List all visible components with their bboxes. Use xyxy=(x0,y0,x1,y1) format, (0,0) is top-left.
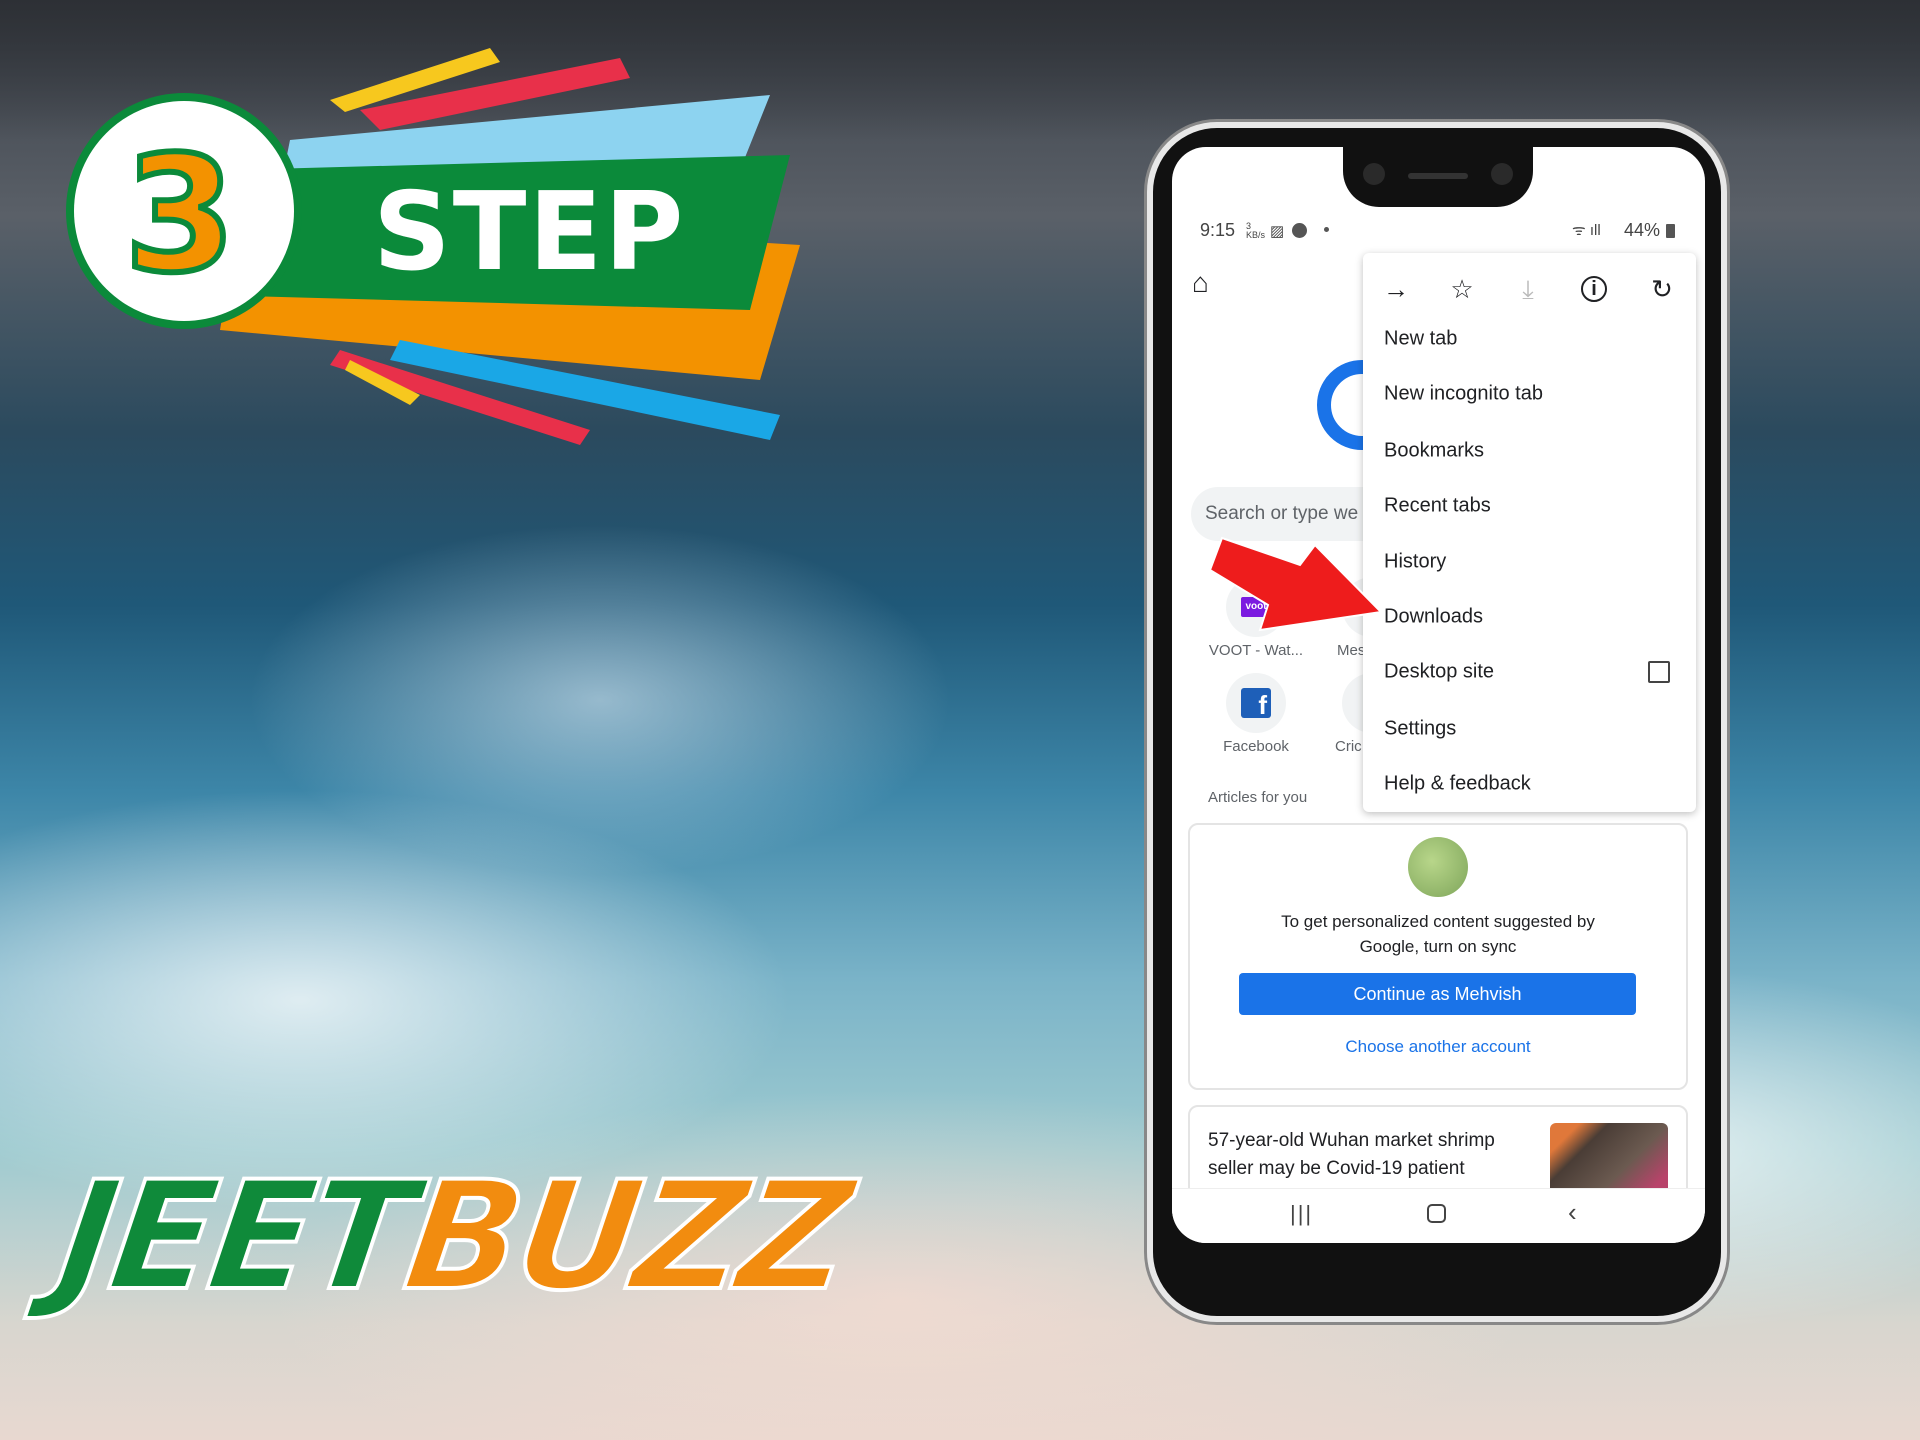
badge-number: 3 xyxy=(124,121,235,308)
status-time: 9:15 xyxy=(1200,220,1236,240)
refresh-icon[interactable]: ↻ xyxy=(1647,274,1677,304)
choose-another-account-link[interactable]: Choose another account xyxy=(1190,1037,1686,1057)
desktop-site-checkbox[interactable] xyxy=(1648,661,1670,683)
shortcut-facebook[interactable]: f xyxy=(1226,673,1286,733)
wifi-signal-icon: ᯤ ıll xyxy=(1572,222,1601,239)
menu-item-help-feedback[interactable]: Help & feedback xyxy=(1384,773,1531,796)
red-arrow-annotation xyxy=(1208,536,1384,632)
menu-item-bookmarks[interactable]: Bookmarks xyxy=(1384,440,1484,463)
article-title: 57-year-old Wuhan market shrimp seller m… xyxy=(1208,1127,1495,1183)
battery-icon xyxy=(1666,224,1675,238)
menu-item-settings[interactable]: Settings xyxy=(1384,718,1456,741)
sync-message-line2: Google, turn on sync xyxy=(1359,937,1517,956)
menu-item-new-incognito-tab[interactable]: New incognito tab xyxy=(1384,383,1543,406)
step-label: STEP xyxy=(373,170,686,295)
sync-card: To get personalized content suggested by… xyxy=(1188,823,1688,1090)
gallery-icon: ▨ xyxy=(1270,223,1285,240)
chrome-overflow-menu: → ☆ ⤓ i ↻ New tab New incognito tab Book… xyxy=(1363,253,1696,812)
back-nav-icon[interactable]: ‹ xyxy=(1568,1197,1577,1228)
menu-item-recent-tabs[interactable]: Recent tabs xyxy=(1384,495,1491,518)
home-nav-icon[interactable] xyxy=(1427,1204,1446,1223)
shortcut-label: Cric xyxy=(1335,738,1362,755)
phone-screen: 9:15 3 KB/s ▨ ᯤ ıll 44% ⌂ Search or type… xyxy=(1172,147,1705,1243)
logo-jeet: JEET xyxy=(47,1148,423,1326)
jeetbuzz-logo: JEETBUZZ xyxy=(47,1148,860,1326)
shortcut-label: Mes xyxy=(1337,642,1366,659)
arrow-pointer-icon xyxy=(1208,536,1384,632)
recent-apps-icon[interactable]: ||| xyxy=(1290,1201,1313,1227)
continue-as-button[interactable]: Continue as Mehvish xyxy=(1239,973,1636,1015)
account-avatar xyxy=(1408,837,1468,897)
front-camera-icon xyxy=(1363,163,1385,185)
shortcut-label: Facebook xyxy=(1223,738,1289,755)
status-speed: 3 KB/s xyxy=(1246,221,1266,240)
forward-icon[interactable]: → xyxy=(1381,274,1411,304)
menu-item-desktop-site[interactable]: Desktop site xyxy=(1384,661,1494,684)
sync-message: To get personalized content suggested by… xyxy=(1190,909,1686,959)
android-nav-bar: ||| ‹ xyxy=(1172,1188,1705,1243)
front-camera-icon xyxy=(1491,163,1513,185)
article-title-line1: 57-year-old Wuhan market shrimp xyxy=(1208,1130,1495,1151)
articles-header: Articles for you xyxy=(1208,789,1308,806)
logo-buzz: BUZZ xyxy=(394,1148,860,1326)
star-icon[interactable]: ☆ xyxy=(1447,274,1477,304)
facebook-notification-icon xyxy=(1292,223,1307,238)
sync-message-line1: To get personalized content suggested by xyxy=(1281,912,1595,931)
shortcut-label: VOOT - Wat... xyxy=(1208,642,1304,659)
home-icon[interactable]: ⌂ xyxy=(1192,267,1209,299)
earpiece xyxy=(1408,173,1468,179)
more-notifications-icon xyxy=(1324,227,1329,232)
menu-item-new-tab[interactable]: New tab xyxy=(1384,328,1457,351)
download-icon[interactable]: ⤓ xyxy=(1513,274,1543,304)
facebook-icon: f xyxy=(1241,688,1271,720)
battery-percent: 44% xyxy=(1624,220,1661,240)
article-title-line2: seller may be Covid-19 patient xyxy=(1208,1158,1465,1179)
phone-notch xyxy=(1343,147,1533,207)
info-icon[interactable]: i xyxy=(1581,276,1607,302)
